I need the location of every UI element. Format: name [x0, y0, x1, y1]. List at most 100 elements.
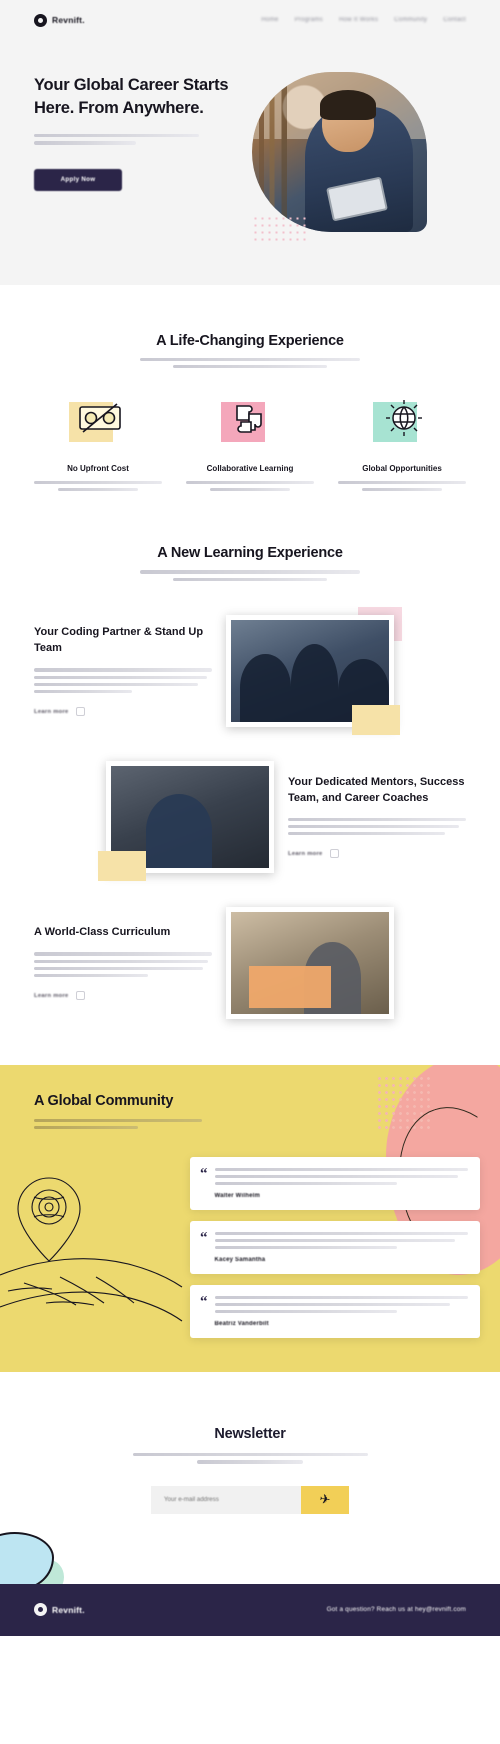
quote-mark-icon: “ [200, 1166, 208, 1183]
person-hair [320, 89, 377, 120]
nav-item-contact[interactable]: Contact [443, 17, 466, 23]
testimonial-body: My mentor was amazing. I honestly had a … [214, 1168, 468, 1200]
testimonial-line-3 [214, 1246, 398, 1250]
experience-subtitle-line-2 [173, 365, 327, 369]
row-body-line-1: Our mentors are industry professionals w… [288, 817, 466, 822]
feature-body-line-2 [210, 488, 290, 492]
feature-title: No Upfront Cost [67, 464, 129, 474]
footer-contact[interactable]: Got a question? Reach us at hey@revnift.… [327, 1606, 466, 1613]
feature-title: Collaborative Learning [206, 464, 294, 474]
learn-more-link[interactable]: Learn more [34, 707, 212, 717]
row-body-line-2 [34, 959, 209, 963]
apply-now-button[interactable]: Apply Now [34, 168, 122, 191]
testimonial-line-1: I had no coding experience at all before… [214, 1296, 468, 1300]
learning-subtitle-line-2 [173, 577, 327, 581]
testimonial-line-3 [214, 1310, 398, 1314]
row-body-line-4 [34, 973, 148, 978]
learning-section: A New Learning Experience Learn by doing… [0, 495, 500, 1019]
experience-title: A Life-Changing Experience [156, 333, 344, 349]
community-title: A Global Community [34, 1092, 174, 1109]
nav-item-community[interactable]: Community [394, 17, 427, 23]
newsletter-submit-button[interactable] [301, 1485, 349, 1514]
person-silhouette [145, 794, 213, 868]
testimonial-card: “ It was a wonderful experience, I could… [190, 1221, 480, 1275]
arrow-right-icon [75, 991, 85, 1001]
newsletter-section: Newsletter Get the latest news + updates… [0, 1426, 500, 1594]
brand-logo[interactable]: Revnift. [34, 13, 85, 27]
learn-more-link[interactable]: Learn more [34, 991, 212, 1001]
learn-more-label: Learn more [288, 850, 323, 857]
nav-item-home[interactable]: Home [261, 17, 278, 23]
collaborative-learning-icon [219, 398, 281, 450]
testimonial-body: It was a wonderful experience, I couldn'… [214, 1232, 468, 1264]
testimonial-list: “ My mentor was amazing. I honestly had … [190, 1157, 480, 1339]
testimonial-line-2 [214, 1239, 456, 1243]
learning-row-mentors: Your Dedicated Mentors, Success Team, an… [34, 760, 466, 881]
circle-dot-logo-icon [34, 13, 47, 27]
orange-accent-decoration [249, 965, 331, 1008]
feature-body: Pay nothing until you land a job that [34, 481, 162, 492]
row-image [226, 606, 402, 735]
hero-image-wrap [244, 62, 434, 247]
testimonial-line-3 [214, 1182, 398, 1186]
row-title: A World-Class Curriculum [34, 926, 171, 939]
community-body: “ My mentor was amazing. I honestly had … [0, 1157, 500, 1339]
community-subtitle: Meet the people who are powered by stude… [34, 1118, 202, 1130]
newsletter-subtitle-line-1: Get the latest news + updates about lear… [132, 1453, 368, 1457]
hero-subtitle-line-2 [34, 141, 137, 145]
world-map-pin-illustration [0, 1157, 190, 1327]
testimonial-card: “ I had no coding experience at all befo… [190, 1285, 480, 1339]
site-footer: Revnift. Got a question? Reach us at hey… [0, 1583, 500, 1636]
newsletter-subtitle-line-2 [197, 1460, 303, 1464]
learn-more-label: Learn more [34, 992, 69, 999]
community-subtitle-line-2 [34, 1125, 139, 1130]
circle-dot-logo-icon [34, 1603, 47, 1616]
hero-copy: Your Global Career Starts Here. From Any… [34, 62, 234, 247]
row-body-line-3 [34, 682, 198, 686]
testimonial-line-2 [214, 1175, 458, 1179]
nav-item-programs[interactable]: Programs [295, 17, 323, 23]
global-opportunities-icon [371, 398, 433, 450]
row-title: Your Dedicated Mentors, Success Team, an… [288, 776, 465, 804]
nav-item-how-it-works[interactable]: How It Works [339, 17, 378, 23]
footer-brand-name: Revnift. [52, 1604, 85, 1615]
testimonial-card: “ My mentor was amazing. I honestly had … [190, 1157, 480, 1211]
community-header: A Global Community Meet the people who a… [0, 1092, 500, 1130]
learn-more-label: Learn more [34, 708, 69, 715]
row-image [98, 760, 274, 881]
row-body-line-3 [34, 966, 204, 970]
quote-mark-icon: “ [200, 1230, 208, 1247]
hero-photo [252, 72, 427, 232]
email-field[interactable] [151, 1496, 301, 1503]
person-silhouette [291, 644, 339, 722]
feature-body-line-2 [58, 488, 138, 492]
quote-mark-icon: “ [200, 1294, 208, 1311]
feature-body-line-2 [362, 488, 442, 492]
person-silhouette [240, 654, 292, 722]
brand-name: Revnift. [52, 15, 85, 25]
learn-more-link[interactable]: Learn more [288, 849, 466, 859]
feature-no-upfront-cost: No Upfront Cost Pay nothing until you la… [34, 398, 162, 495]
feature-body: Get hired by companies hiring remote [338, 481, 466, 492]
testimonial-line-1: It was a wonderful experience, I couldn'… [214, 1232, 468, 1236]
footer-brand-logo[interactable]: Revnift. [34, 1603, 85, 1616]
arrow-right-icon [75, 707, 85, 717]
row-body: Our mentors are industry professionals w… [288, 817, 466, 836]
row-body-line-1: Working in teams is how you collaborate,… [34, 668, 212, 672]
learning-title: A New Learning Experience [157, 545, 343, 562]
row-copy: Your Dedicated Mentors, Success Team, an… [288, 775, 466, 859]
pink-dots-decoration [252, 215, 306, 245]
testimonial-author: Kacey Samantha [214, 1257, 266, 1264]
learning-subtitle-line-1: Learn by doing with a curriculum designe… [140, 570, 360, 574]
site-header: Revnift. Home Programs How It Works Comm… [0, 0, 500, 40]
row-body-line-2 [288, 825, 459, 829]
learning-subtitle: Learn by doing with a curriculum designe… [140, 570, 360, 581]
row-body: Our flexible, project-based curriculum i… [34, 952, 212, 978]
feature-body-line-1: Get hired by companies hiring remote [338, 481, 466, 485]
testimonial-author: Walter Wilhelm [214, 1193, 261, 1200]
row-body-line-3 [288, 832, 445, 836]
feature-list: No Upfront Cost Pay nothing until you la… [34, 398, 466, 495]
feature-body-line-1: Pay nothing until you land a job that [34, 481, 162, 485]
community-subtitle-line-1: Meet the people who are powered by stude… [34, 1118, 202, 1122]
newsletter-subtitle: Get the latest news + updates about lear… [132, 1453, 368, 1464]
